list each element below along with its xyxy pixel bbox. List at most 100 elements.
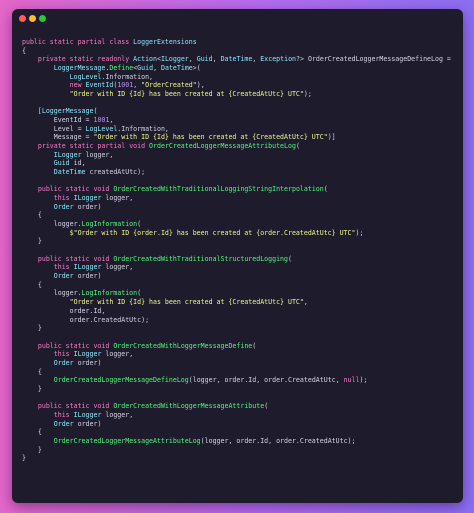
code-token: }: [22, 384, 42, 393]
code-token: }: [22, 324, 42, 333]
code-token: .Information,: [117, 124, 169, 133]
code-line: Order order): [22, 203, 457, 212]
code-token: (: [93, 107, 98, 116]
code-line: private static partial void OrderCreated…: [22, 142, 457, 151]
code-token: LogInformation: [81, 220, 138, 229]
code-token: EventId =: [22, 116, 94, 125]
code-line: public static void OrderCreatedWithLogge…: [22, 402, 457, 411]
code-line: Message = "Order with ID {Id} has been c…: [22, 133, 457, 142]
code-line: ​: [22, 394, 457, 403]
code-token: this: [53, 194, 74, 203]
code-line: LoggerMessage.Define<Guid, DateTime>(: [22, 64, 457, 73]
code-line: $"Order with ID {order.Id} has been crea…: [22, 229, 457, 238]
code-token: 1001: [93, 116, 110, 125]
code-token: logger.: [22, 289, 82, 298]
code-token: (: [137, 289, 142, 298]
code-token: .Information,: [101, 72, 154, 81]
code-token: ?>: [296, 55, 308, 64]
code-token: Action: [133, 55, 157, 64]
code-token: {: [22, 280, 42, 289]
code-line: Level = LogLevel.Information,: [22, 125, 457, 134]
code-line: ​: [22, 99, 457, 108]
code-token: DateTime: [53, 168, 86, 177]
code-token: ,: [133, 81, 142, 90]
code-token: OrderCreatedWithLoggerMessageDefine: [113, 341, 253, 350]
code-token: LoggerMessage: [41, 107, 94, 116]
code-line: public static void OrderCreatedWithTradi…: [22, 255, 457, 264]
code-token: }: [22, 237, 42, 246]
code-token: (: [137, 220, 142, 229]
code-token: >(: [192, 64, 201, 73]
code-line: ​: [22, 333, 457, 342]
code-token: ,: [188, 55, 197, 64]
code-line: public static void OrderCreatedWithTradi…: [22, 185, 457, 194]
code-token: logger,: [101, 410, 134, 419]
code-token: ILogger: [73, 410, 102, 419]
code-line: ​: [22, 246, 457, 255]
code-token: ILogger: [73, 350, 102, 359]
code-line: }: [22, 237, 457, 246]
code-token: }: [22, 445, 42, 454]
code-line: private static readonly Action<ILogger, …: [22, 55, 457, 64]
code-token: private static partial void: [37, 142, 150, 151]
code-line: this ILogger logger,: [22, 263, 457, 272]
code-line: {: [22, 281, 457, 290]
code-token: logger,: [81, 150, 114, 159]
close-dot-icon[interactable]: [19, 15, 26, 22]
code-token: Define: [109, 64, 134, 73]
code-token: public static void: [37, 185, 114, 194]
code-token: [: [22, 107, 42, 116]
code-token: "OrderCreated": [141, 81, 197, 90]
code-line: "Order with ID {Id} has been created at …: [22, 90, 457, 99]
code-token: LogLevel: [69, 72, 102, 81]
code-token: Exception: [260, 55, 297, 64]
code-token: )]: [327, 133, 336, 142]
code-token: order.CreatedAtUtc);: [22, 315, 150, 324]
code-line: OrderCreatedLoggerMessageDefineLog(logge…: [22, 376, 457, 385]
code-line: logger.LogInformation(: [22, 289, 457, 298]
code-token: ILogger: [73, 194, 102, 203]
code-token: OrderCreatedLoggerMessageAttributeLog: [53, 436, 201, 445]
code-token: order): [73, 272, 102, 281]
code-line: {: [22, 368, 457, 377]
minimize-dot-icon[interactable]: [29, 15, 36, 22]
code-token: LoggerMessage: [53, 64, 106, 73]
code-line: this ILogger logger,: [22, 411, 457, 420]
code-token: public static void: [37, 254, 114, 263]
code-line: this ILogger logger,: [22, 194, 457, 203]
code-token: id,: [69, 159, 86, 168]
maximize-dot-icon[interactable]: [39, 15, 46, 22]
code-token: logger,: [101, 194, 134, 203]
code-token: OrderCreatedWithLoggerMessageAttribute: [113, 402, 265, 411]
code-line: this ILogger logger,: [22, 350, 457, 359]
code-token: LogInformation: [81, 289, 138, 298]
code-token: OrderCreatedLoggerMessageDefineLog =: [307, 55, 451, 64]
code-line: public static void OrderCreatedWithLogge…: [22, 342, 457, 351]
code-token: OrderCreatedWithTraditionalLoggingString…: [113, 185, 324, 194]
code-line: [LoggerMessage(: [22, 107, 457, 116]
code-line: OrderCreatedLoggerMessageAttributeLog(lo…: [22, 437, 457, 446]
code-line: DateTime createdAtUtc);: [22, 168, 457, 177]
code-line: }: [22, 324, 457, 333]
code-token: (: [264, 402, 269, 411]
code-token: Guid: [53, 159, 70, 168]
code-block: public static partial class LoggerExtens…: [22, 38, 457, 497]
code-token: $"Order with ID {order.Id} has been crea…: [69, 228, 356, 237]
code-line: Order order): [22, 420, 457, 429]
code-line: order.CreatedAtUtc);: [22, 316, 457, 325]
code-token: order): [73, 202, 102, 211]
code-token: );: [359, 376, 368, 385]
